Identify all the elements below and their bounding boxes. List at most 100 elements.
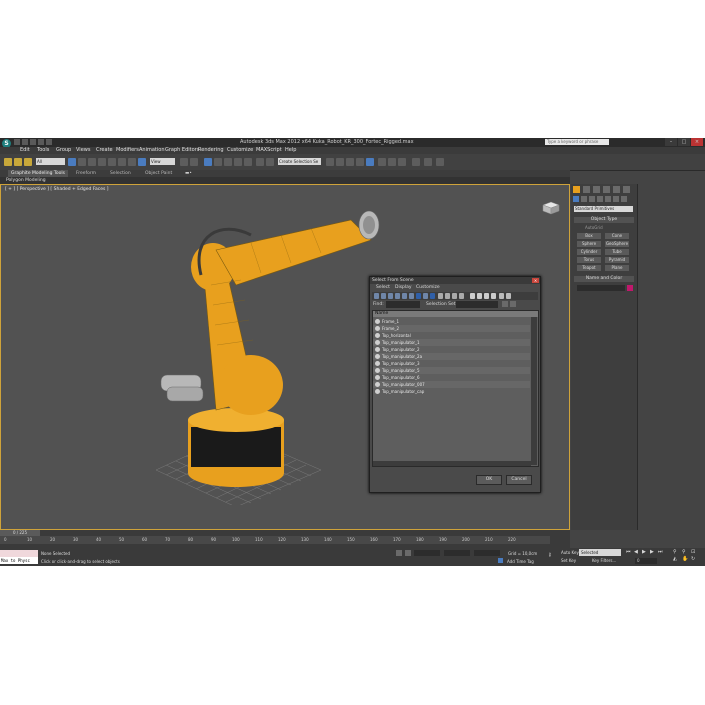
cylinder-button[interactable]: Cylinder: [577, 249, 601, 255]
tab-graphite-modeling-tools[interactable]: Graphite Modeling Tools: [8, 170, 69, 177]
select-invert-icon[interactable]: [484, 293, 489, 299]
menu-views[interactable]: Views: [76, 147, 90, 154]
render-production-icon[interactable]: [398, 158, 406, 166]
display-bones-icon[interactable]: [430, 293, 435, 299]
scale-icon[interactable]: [128, 158, 136, 166]
go-to-start-icon[interactable]: ⏮: [626, 549, 631, 555]
plane-button[interactable]: Plane: [605, 265, 629, 271]
dialog-menu-select[interactable]: Select: [376, 285, 390, 290]
tube-button[interactable]: Tube: [605, 249, 629, 255]
move-icon[interactable]: [108, 158, 116, 166]
sync-selection-icon[interactable]: [459, 293, 464, 299]
list-horizontal-scrollbar[interactable]: [373, 461, 531, 466]
kuka-robot-model[interactable]: [141, 205, 401, 505]
motion-tab-icon[interactable]: [603, 186, 610, 193]
list-item[interactable]: Top_manipulator_6: [373, 374, 530, 381]
zoom-all-icon[interactable]: ⚲: [682, 549, 686, 555]
tab-object-paint[interactable]: Object Paint: [145, 170, 172, 177]
menu-edit[interactable]: Edit: [20, 147, 30, 154]
region-select-icon[interactable]: [88, 158, 96, 166]
geosphere-button[interactable]: GeoSphere: [605, 241, 629, 247]
ribbon-subtitle[interactable]: Polygon Modeling: [6, 178, 46, 183]
viewport-label[interactable]: [ + ] [ Perspective ] [ Shaded + Edged F…: [5, 187, 109, 192]
list-item[interactable]: Frame_1: [373, 318, 530, 325]
angle-snap-icon[interactable]: [214, 158, 222, 166]
render-active-shade-icon[interactable]: [436, 158, 444, 166]
new-file-icon[interactable]: [14, 139, 20, 145]
find-case-sensitive-icon[interactable]: [506, 293, 511, 299]
display-shapes-icon[interactable]: [381, 293, 386, 299]
schematic-view-icon[interactable]: [356, 158, 364, 166]
list-item[interactable]: Top_manipulator_5: [373, 367, 530, 374]
key-icon[interactable]: ⚷: [548, 552, 556, 560]
snap-toggle-icon[interactable]: [204, 158, 212, 166]
x-coordinate-field[interactable]: [414, 550, 440, 556]
list-vertical-scrollbar[interactable]: [531, 317, 537, 465]
graphite-toggle-icon[interactable]: [336, 158, 344, 166]
field-of-view-icon[interactable]: ◭: [673, 556, 677, 562]
edit-named-selection-icon[interactable]: [244, 158, 252, 166]
cancel-button[interactable]: Cancel: [506, 475, 532, 485]
teapot-render-icon[interactable]: [412, 158, 420, 166]
redo-icon[interactable]: [46, 139, 52, 145]
display-geometry-icon[interactable]: [374, 293, 379, 299]
maximize-button[interactable]: □: [678, 138, 690, 146]
select-none-icon[interactable]: [477, 293, 482, 299]
z-coordinate-field[interactable]: [474, 550, 500, 556]
display-none-icon[interactable]: [445, 293, 450, 299]
shapes-icon[interactable]: [581, 196, 587, 202]
time-tag-icon[interactable]: [498, 558, 503, 563]
current-frame-field[interactable]: 0: [635, 558, 657, 564]
environment-icon[interactable]: [424, 158, 432, 166]
primitive-category-dropdown[interactable]: Standard Primitives: [574, 206, 633, 212]
display-groups-icon[interactable]: [416, 293, 421, 299]
next-frame-icon[interactable]: ▶: [650, 549, 654, 555]
list-item[interactable]: Top_manipulator_007: [373, 381, 530, 388]
play-icon[interactable]: ▶: [642, 549, 646, 555]
list-item[interactable]: Top_manipulator_2: [373, 346, 530, 353]
lights-icon[interactable]: [589, 196, 595, 202]
selection-set-add-icon[interactable]: [502, 301, 508, 307]
spinner-snap-icon[interactable]: [234, 158, 242, 166]
rendered-frame-window-icon[interactable]: [388, 158, 396, 166]
save-file-icon[interactable]: [30, 139, 36, 145]
display-all-icon[interactable]: [438, 293, 443, 299]
ribbon-toggle-icon[interactable]: ▬•: [185, 171, 192, 176]
y-coordinate-field[interactable]: [444, 550, 470, 556]
ok-button[interactable]: OK: [476, 475, 502, 485]
zoom-extents-icon[interactable]: ⊡: [691, 549, 695, 555]
display-space-warps-icon[interactable]: [409, 293, 414, 299]
menu-group[interactable]: Group: [56, 147, 71, 154]
space-warps-icon[interactable]: [613, 196, 619, 202]
list-item[interactable]: Top_manipulator_cap: [373, 388, 530, 395]
name-and-color-rollout[interactable]: Name and Color: [574, 276, 634, 282]
display-lights-icon[interactable]: [388, 293, 393, 299]
teapot-button[interactable]: Teapot: [577, 265, 601, 271]
search-input[interactable]: Type a keyword or phrase: [545, 139, 609, 145]
modify-tab-icon[interactable]: [583, 186, 590, 193]
window-crossing-icon[interactable]: [98, 158, 106, 166]
scene-object-list[interactable]: Name Frame_1 Frame_2 Top_horizontal Top_…: [372, 310, 539, 467]
list-item[interactable]: Frame_2: [373, 325, 530, 332]
torus-button[interactable]: Torus: [577, 257, 601, 263]
zoom-icon[interactable]: ⚲: [673, 549, 677, 555]
list-item[interactable]: Top_manipulator_1: [373, 339, 530, 346]
named-selection-dropdown[interactable]: Create Selection Se: [278, 158, 321, 165]
previous-frame-icon[interactable]: ◀: [634, 549, 638, 555]
open-file-icon[interactable]: [22, 139, 28, 145]
material-editor-icon[interactable]: [366, 158, 374, 166]
menu-graph-editors[interactable]: Graph Editors: [165, 147, 199, 154]
set-key-button[interactable]: Set Key: [561, 558, 576, 563]
menu-help[interactable]: Help: [285, 147, 296, 154]
sphere-button[interactable]: Sphere: [577, 241, 601, 247]
align-icon[interactable]: [266, 158, 274, 166]
render-setup-icon[interactable]: [378, 158, 386, 166]
curve-editor-icon[interactable]: [346, 158, 354, 166]
menu-modifiers[interactable]: Modifiers: [116, 147, 139, 154]
percent-snap-icon[interactable]: [224, 158, 232, 166]
menu-rendering[interactable]: Rendering: [198, 147, 224, 154]
helpers-icon[interactable]: [605, 196, 611, 202]
scale-select-icon[interactable]: [138, 158, 146, 166]
bind-space-warp-icon[interactable]: [24, 158, 32, 166]
maxscript-mini-listener[interactable]: Max to Physc: [0, 557, 38, 564]
